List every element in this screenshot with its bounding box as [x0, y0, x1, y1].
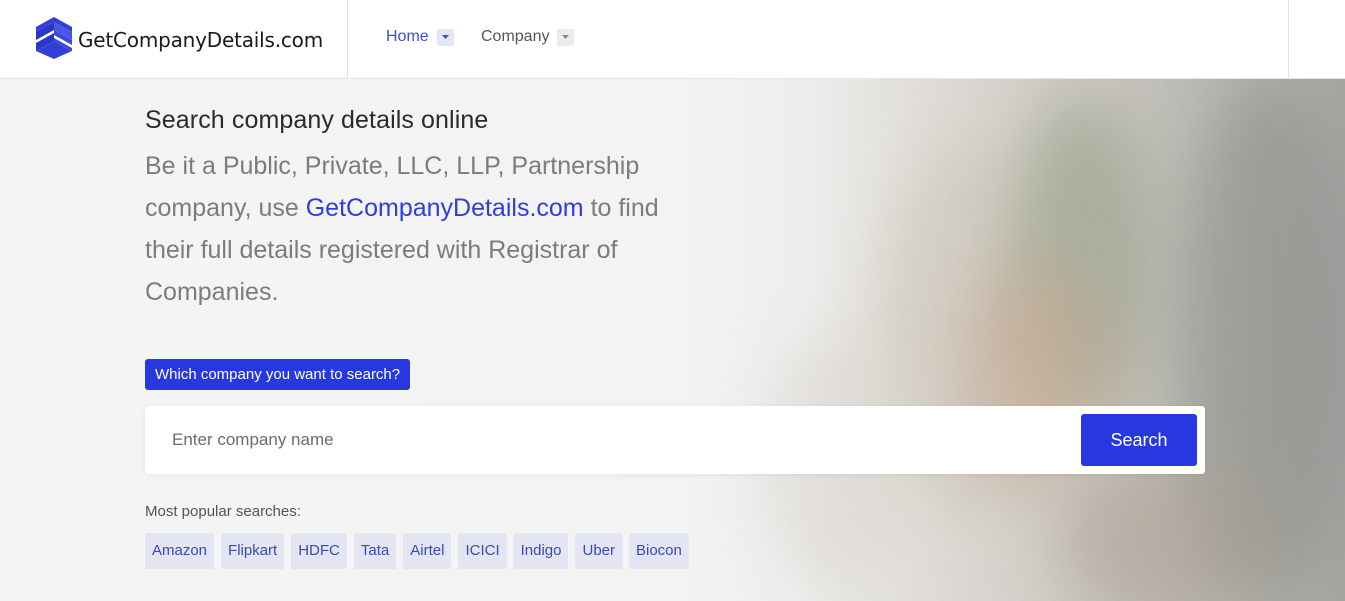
nav-company[interactable]: Company: [481, 27, 575, 47]
search-question-badge: Which company you want to search?: [145, 359, 411, 390]
brand-logo-link[interactable]: GetCompanyDetails.com: [0, 0, 348, 79]
popular-tag-icici[interactable]: ICICI: [458, 533, 507, 569]
header-divider: [1288, 0, 1289, 79]
brand-name: GetCompanyDetails.com: [78, 28, 323, 52]
nav-home[interactable]: Home: [386, 27, 454, 47]
search-box: Search: [145, 406, 1205, 474]
search-button[interactable]: Search: [1081, 414, 1197, 466]
hero-brand-link: GetCompanyDetails.com: [305, 194, 584, 222]
hero-title: Search company details online: [145, 106, 489, 134]
popular-tag-uber[interactable]: Uber: [575, 533, 622, 569]
company-search-input[interactable]: [145, 406, 1065, 474]
popular-searches-tags: Amazon Flipkart HDFC Tata Airtel ICICI I…: [145, 533, 689, 569]
caret-down-icon[interactable]: [436, 28, 454, 46]
popular-tag-tata[interactable]: Tata: [353, 533, 397, 569]
popular-tag-amazon[interactable]: Amazon: [145, 533, 215, 569]
nav-company-label: Company: [481, 28, 550, 45]
popular-tag-biocon[interactable]: Biocon: [629, 533, 689, 569]
hero-subtitle: Be it a Public, Private, LLC, LLP, Partn…: [145, 145, 705, 313]
popular-searches-label: Most popular searches:: [145, 503, 301, 520]
cube-logo-icon: [36, 17, 72, 59]
caret-down-icon[interactable]: [557, 28, 575, 46]
popular-tag-indigo[interactable]: Indigo: [513, 533, 569, 569]
nav-home-label: Home: [386, 28, 429, 45]
popular-tag-flipkart[interactable]: Flipkart: [221, 533, 285, 569]
popular-tag-hdfc[interactable]: HDFC: [291, 533, 347, 569]
site-header: GetCompanyDetails.com Home Company: [0, 0, 1345, 79]
popular-tag-airtel[interactable]: Airtel: [403, 533, 452, 569]
